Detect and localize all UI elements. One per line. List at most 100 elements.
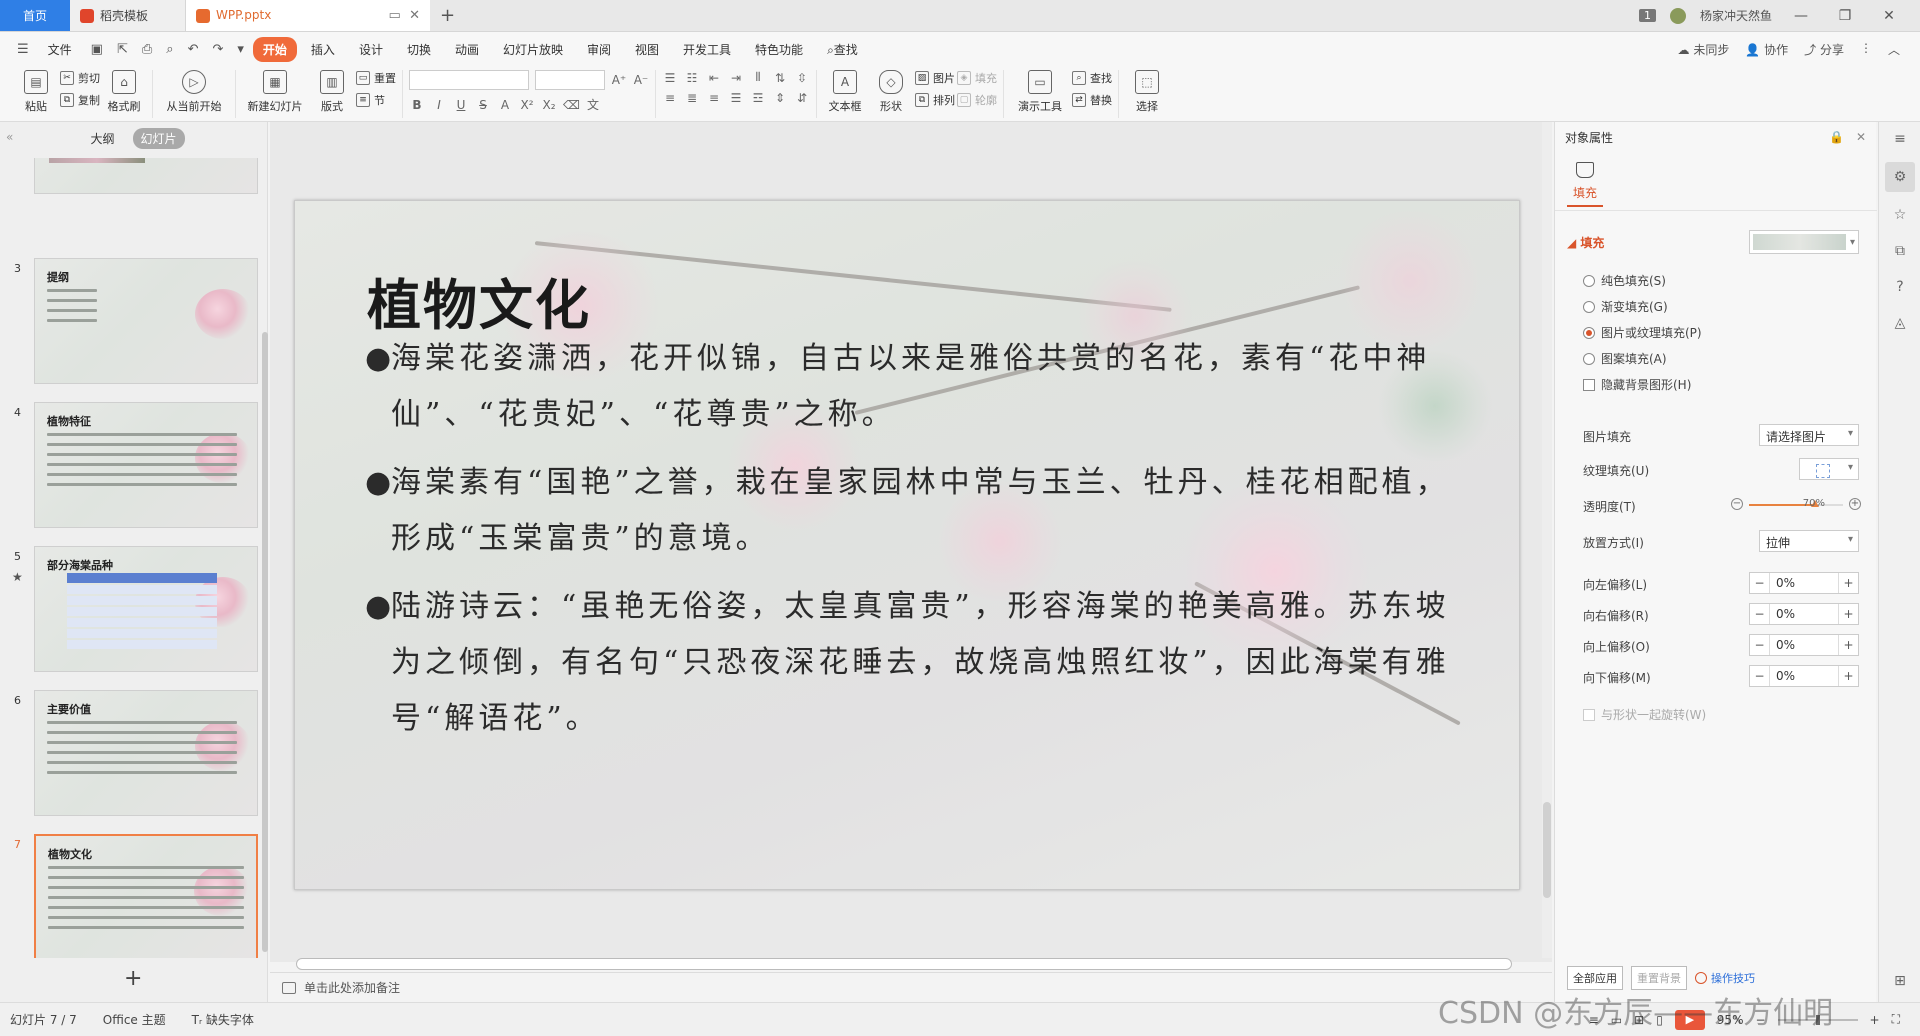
increase-icon[interactable]: + bbox=[1849, 498, 1861, 510]
minus-icon[interactable]: − bbox=[1750, 604, 1770, 624]
menu-insert[interactable]: 插入 bbox=[301, 37, 345, 62]
user-name[interactable]: 杨家冲天然鱼 bbox=[1700, 7, 1772, 24]
clear-format-icon[interactable]: ⌫ bbox=[563, 98, 580, 112]
replace-button[interactable]: ⇄ 替换 bbox=[1072, 92, 1112, 108]
panel-title[interactable]: 对象属性 bbox=[1565, 129, 1613, 146]
vertical-scrollbar[interactable] bbox=[1542, 122, 1552, 958]
grid-icon[interactable]: ⊞ bbox=[1889, 970, 1911, 992]
reset-button[interactable]: ▭ 重置 bbox=[356, 70, 396, 86]
thumbnail-list[interactable]: 3 提纲 4 植物特征 5 ★ 部分海棠品种 6 主要价值 7 植物文化 bbox=[0, 158, 262, 958]
minus-icon[interactable]: − bbox=[1750, 573, 1770, 593]
menu-transition[interactable]: 切换 bbox=[397, 37, 441, 62]
align-right-icon[interactable]: ≡ bbox=[706, 91, 722, 105]
menu-file[interactable]: 文件 bbox=[38, 37, 82, 62]
hide-bg-option[interactable]: 隐藏背景图形(H) bbox=[1583, 376, 1691, 393]
plus-icon[interactable]: + bbox=[1838, 573, 1858, 593]
copy-button[interactable]: ⧉ 复制 bbox=[60, 92, 100, 108]
shape-button[interactable]: ◇ 形状 bbox=[869, 70, 913, 114]
subscript-icon[interactable]: X₂ bbox=[541, 98, 557, 112]
menu-special[interactable]: 特色功能 bbox=[745, 37, 813, 62]
layers-icon[interactable]: ◬ bbox=[1889, 312, 1911, 334]
menu-lines-icon[interactable]: ≡ bbox=[1889, 128, 1911, 150]
lock-icon[interactable]: 🔒 bbox=[1829, 130, 1844, 144]
distributed-icon[interactable]: ☲ bbox=[750, 91, 766, 105]
animation-icon[interactable]: ☆ bbox=[1889, 204, 1911, 226]
align-center-icon[interactable]: ≣ bbox=[684, 91, 700, 105]
slide-body[interactable]: ● 海棠花姿潇洒，花开似锦，自古以来是雅俗共赏的名花，素有“花中神仙”、“花贵妃”… bbox=[365, 331, 1477, 759]
arrange-button[interactable]: ⧉ 排列 bbox=[915, 92, 955, 108]
decrease-icon[interactable]: − bbox=[1731, 498, 1743, 510]
plus-icon[interactable]: + bbox=[1838, 635, 1858, 655]
menu-design[interactable]: 设计 bbox=[349, 37, 393, 62]
slide-thumbnail-2[interactable] bbox=[34, 158, 258, 194]
fill-tab[interactable]: 填充 bbox=[1567, 162, 1603, 207]
save-icon[interactable]: ▣ bbox=[86, 42, 108, 57]
redo-icon[interactable]: ↷ bbox=[207, 42, 228, 57]
offset-right-stepper[interactable]: −0% + bbox=[1749, 603, 1859, 625]
print-icon[interactable]: ⎙ bbox=[137, 42, 157, 57]
menu-slideshow[interactable]: 幻灯片放映 bbox=[493, 37, 573, 62]
bullets-icon[interactable]: ☰ bbox=[662, 71, 678, 85]
offset-bottom-value[interactable]: 0% bbox=[1770, 669, 1795, 683]
undo-icon[interactable]: ↶ bbox=[183, 42, 204, 57]
collaborate-button[interactable]: 👤 协作 bbox=[1745, 41, 1788, 58]
cut-button[interactable]: ✂ 剪切 bbox=[60, 70, 100, 86]
radio-gradient[interactable] bbox=[1583, 300, 1595, 313]
avatar[interactable] bbox=[1669, 7, 1686, 24]
tab-daoke-templates[interactable]: 稻壳模板 bbox=[70, 0, 186, 31]
italic-icon[interactable]: I bbox=[431, 98, 447, 112]
menu-animation[interactable]: 动画 bbox=[445, 37, 489, 62]
text-direction-icon[interactable]: ⇅ bbox=[772, 71, 788, 85]
missing-font-button[interactable]: Tᵣ 缺失字体 bbox=[192, 1011, 254, 1028]
hide-bg-checkbox[interactable] bbox=[1583, 378, 1595, 391]
new-tab-button[interactable]: + bbox=[430, 0, 465, 31]
radio-picture[interactable] bbox=[1583, 326, 1595, 339]
grow-font-icon[interactable]: A⁺ bbox=[611, 73, 627, 87]
plus-icon[interactable]: + bbox=[1838, 666, 1858, 686]
more-icon[interactable]: ⋮ bbox=[1860, 41, 1872, 58]
restore-icon[interactable]: ❐ bbox=[1830, 8, 1860, 24]
font-color-icon[interactable]: A bbox=[497, 98, 513, 112]
rotate-checkbox[interactable] bbox=[1583, 708, 1595, 721]
menu-home[interactable]: 开始 bbox=[252, 36, 297, 62]
transparency-slider[interactable]: − 70% + bbox=[1731, 492, 1861, 516]
underline-icon[interactable]: U bbox=[453, 98, 469, 112]
slide-thumbnail-6[interactable]: 主要价值 bbox=[34, 690, 258, 816]
paste-button[interactable]: ▤ 粘贴 bbox=[14, 70, 58, 114]
offset-left-stepper[interactable]: −0% + bbox=[1749, 572, 1859, 594]
slide[interactable]: 植物文化 ● 海棠花姿潇洒，花开似锦，自古以来是雅俗共赏的名花，素有“花中神仙”、… bbox=[294, 200, 1520, 890]
add-slide-button[interactable]: + bbox=[124, 966, 142, 991]
line-spacing-icon[interactable]: ⇕ bbox=[772, 91, 788, 105]
tab-outline[interactable]: 大纲 bbox=[82, 128, 122, 149]
shrink-font-icon[interactable]: A⁻ bbox=[633, 73, 649, 87]
numbering-icon[interactable]: ☷ bbox=[684, 71, 700, 85]
menu-search[interactable]: ⌕查找 bbox=[817, 37, 868, 62]
gradient-fill-option[interactable]: 渐变填充(G) bbox=[1583, 298, 1668, 315]
textbox-button[interactable]: A 文本框 bbox=[823, 70, 867, 114]
pattern-fill-option[interactable]: 图案填充(A) bbox=[1583, 350, 1667, 367]
radio-pattern[interactable] bbox=[1583, 352, 1595, 365]
font-family-select[interactable] bbox=[409, 70, 529, 90]
slide-thumbnail-7[interactable]: 植物文化 bbox=[34, 834, 258, 958]
close-panel-icon[interactable]: ✕ bbox=[1856, 130, 1866, 144]
horizontal-scrollbar[interactable] bbox=[296, 958, 1512, 970]
texture-fill-select[interactable] bbox=[1799, 458, 1859, 480]
align-left-icon[interactable]: ≡ bbox=[662, 91, 678, 105]
tips-link[interactable]: 操作技巧 bbox=[1695, 970, 1755, 986]
strikethrough-icon[interactable]: S bbox=[475, 98, 491, 112]
zoom-in-icon[interactable]: + bbox=[1870, 1013, 1880, 1027]
navigator-scrollbar[interactable] bbox=[262, 332, 268, 952]
tab-home[interactable]: 首页 bbox=[0, 0, 70, 31]
fit-window-icon[interactable]: ⛶ bbox=[1892, 1012, 1900, 1027]
collapse-ribbon-icon[interactable]: ︿ bbox=[1888, 41, 1900, 58]
select-button[interactable]: ⬚ 选择 bbox=[1125, 70, 1169, 114]
minimize-icon[interactable]: — bbox=[1786, 8, 1816, 24]
present-tools-button[interactable]: ▭ 演示工具 bbox=[1010, 70, 1070, 114]
phonetic-icon[interactable]: 文 bbox=[585, 96, 601, 113]
sync-status[interactable]: ☁ 未同步 bbox=[1677, 41, 1729, 58]
columns-icon[interactable]: ⫴ bbox=[750, 70, 766, 85]
apply-all-button[interactable]: 全部应用 bbox=[1567, 966, 1623, 990]
para-spacing-icon[interactable]: ⇵ bbox=[794, 91, 810, 105]
slide-title[interactable]: 植物文化 bbox=[367, 261, 591, 340]
picture-fill-option[interactable]: 图片或纹理填充(P) bbox=[1583, 324, 1702, 341]
